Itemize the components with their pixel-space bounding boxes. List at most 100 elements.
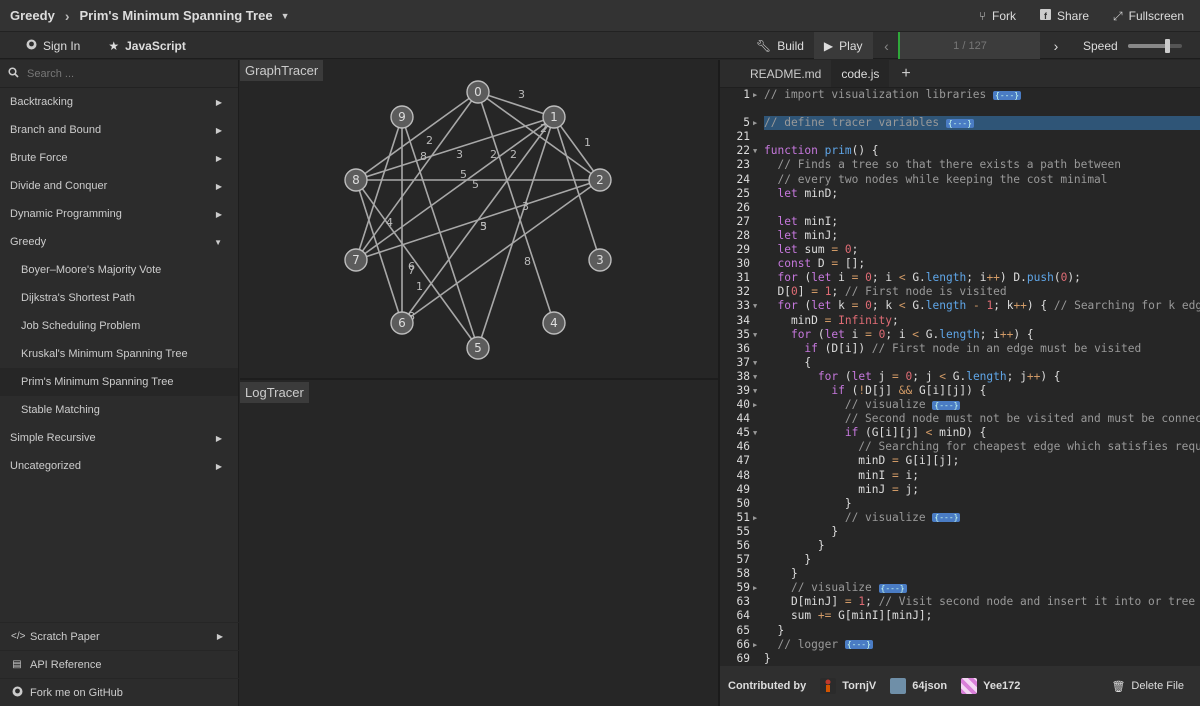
code-line[interactable]: 40 ▶ // visualize {---} [720, 398, 1200, 412]
code-line[interactable]: 27 let minI; [720, 215, 1200, 229]
code-line[interactable]: 59 ▶ // visualize {---} [720, 581, 1200, 595]
sidebar-subitem-dijkstra[interactable]: Dijkstra's Shortest Path [0, 284, 238, 312]
code-line[interactable]: 66 ▶ // logger {---} [720, 638, 1200, 652]
sidebar-item-simple-recursive[interactable]: Simple Recursive ▶ [0, 424, 238, 452]
code-line[interactable]: 36 if (D[i]) // First node in an edge mu… [720, 342, 1200, 356]
code-line[interactable]: 31 for (let i = 0; i < G.length; i++) D.… [720, 271, 1200, 285]
tab-readme[interactable]: README.md [740, 60, 831, 87]
code-line[interactable]: 29 let sum = 0; [720, 243, 1200, 257]
code-line[interactable]: 28 let minJ; [720, 229, 1200, 243]
code-line[interactable]: 46 // Searching for cheapest edge which … [720, 440, 1200, 454]
scratch-paper-link[interactable]: </> Scratch Paper ▶ [0, 622, 239, 650]
code-line[interactable]: 69} [720, 652, 1200, 666]
line-number: 39 [736, 383, 750, 397]
code-line[interactable]: 34 minD = Infinity; [720, 314, 1200, 328]
breadcrumb-root[interactable]: Greedy [10, 8, 55, 23]
code-line[interactable]: 64 sum += G[minI][minJ]; [720, 609, 1200, 623]
github-link[interactable]: Fork me on GitHub [0, 678, 239, 706]
code-line[interactable]: 5 ▶ // define tracer variables {---} [720, 116, 1200, 131]
language-selector[interactable]: ★ JavaScript [108, 39, 185, 53]
sidebar-item-greedy[interactable]: Greedy ▼ [0, 228, 238, 256]
fold-open-icon[interactable]: ▼ [753, 384, 757, 398]
code-line[interactable]: 1 ▶ // import visualization libraries {---… [720, 88, 1200, 102]
sidebar-item-dynamic-programming[interactable]: Dynamic Programming ▶ [0, 200, 238, 228]
contributor-yee172[interactable]: Yee172 [961, 678, 1020, 694]
search-box[interactable]: Search ... [0, 60, 238, 88]
code-line[interactable]: 45 ▼ if (G[i][j] < minD) { [720, 426, 1200, 440]
fold-closed-icon[interactable]: ▶ [753, 398, 757, 412]
code-line[interactable]: 55 } [720, 525, 1200, 539]
code-line[interactable]: 47 minD = G[i][j]; [720, 454, 1200, 468]
fold-closed-icon[interactable]: ▶ [753, 581, 757, 595]
sidebar-item-brute-force[interactable]: Brute Force ▶ [0, 144, 238, 172]
previous-step-button[interactable]: ‹ [873, 32, 901, 59]
sidebar-subitem-boyer-moore[interactable]: Boyer–Moore's Majority Vote [0, 256, 238, 284]
sign-in-button[interactable]: Sign In [26, 39, 80, 53]
next-step-button[interactable]: › [1042, 32, 1070, 59]
contributor-tornjv[interactable]: TornjV [820, 678, 876, 694]
fold-open-icon[interactable]: ▼ [753, 299, 757, 313]
edge-weight-label: 4 [386, 216, 393, 229]
sidebar-subitem-prim[interactable]: Prim's Minimum Spanning Tree [0, 368, 238, 396]
progress-bar[interactable]: 1 / 127 [898, 32, 1040, 59]
code-line[interactable]: 21 [720, 130, 1200, 144]
code-line[interactable]: 56 } [720, 539, 1200, 553]
code-line[interactable]: 51 ▶ // visualize {---} [720, 511, 1200, 525]
code-line[interactable]: 63 D[minJ] = 1; // Visit second node and… [720, 595, 1200, 609]
fold-closed-icon[interactable]: ▶ [753, 638, 757, 652]
sidebar-item-divide-and-conquer[interactable]: Divide and Conquer ▶ [0, 172, 238, 200]
code-line[interactable]: 58 } [720, 567, 1200, 581]
fold-closed-icon[interactable]: ▶ [753, 116, 757, 130]
fold-closed-icon[interactable]: ▶ [753, 511, 757, 525]
fold-open-icon[interactable]: ▼ [753, 426, 757, 440]
code-line[interactable]: 44 // Second node must not be visited an… [720, 412, 1200, 426]
code-line[interactable]: 23 // Finds a tree so that there exists … [720, 158, 1200, 172]
share-button[interactable]: f Share [1040, 9, 1089, 23]
code-line[interactable]: 48 minI = i; [720, 469, 1200, 483]
api-reference-link[interactable]: ▤ API Reference [0, 650, 239, 678]
speed-slider-handle[interactable] [1164, 38, 1170, 53]
add-file-button[interactable]: + [889, 60, 922, 87]
code-line[interactable]: 65 } [720, 624, 1200, 638]
search-input[interactable]: Search ... [27, 68, 74, 80]
code-line[interactable]: 49 minJ = j; [720, 483, 1200, 497]
sidebar-item-backtracking[interactable]: Backtracking ▶ [0, 88, 238, 116]
sidebar-item-branch-and-bound[interactable]: Branch and Bound ▶ [0, 116, 238, 144]
fold-open-icon[interactable]: ▼ [753, 370, 757, 384]
fullscreen-button[interactable]: ⤢ Fullscreen [1113, 9, 1184, 24]
code-line[interactable]: 22 ▼ function prim() { [720, 144, 1200, 158]
sidebar-subitem-kruskal[interactable]: Kruskal's Minimum Spanning Tree [0, 340, 238, 368]
code-line[interactable]: 37 ▼ { [720, 356, 1200, 370]
build-button[interactable]: 🔧︎ Build [746, 32, 814, 59]
fold-open-icon[interactable]: ▼ [753, 328, 757, 342]
code-line[interactable]: 32 D[0] = 1; // First node is visited [720, 285, 1200, 299]
code-line[interactable]: 24 // every two nodes while keeping the … [720, 173, 1200, 187]
code-line[interactable]: 25 let minD; [720, 187, 1200, 201]
fork-button[interactable]: ⑂ Fork [979, 9, 1016, 23]
speed-slider[interactable] [1127, 38, 1182, 53]
code-line[interactable]: 30 const D = []; [720, 257, 1200, 271]
code-text: // define tracer variables {---} [764, 116, 1200, 131]
code-line[interactable] [720, 102, 1200, 116]
tab-code-js[interactable]: code.js [831, 60, 890, 87]
code-editor[interactable]: 1 ▶// import visualization libraries {---… [720, 88, 1200, 666]
fold-closed-icon[interactable]: ▶ [753, 88, 757, 102]
sidebar-subitem-stable-matching[interactable]: Stable Matching [0, 396, 238, 424]
contributor-64json[interactable]: 64json [890, 678, 947, 694]
sidebar-item-uncategorized[interactable]: Uncategorized ▶ [0, 452, 238, 480]
delete-file-button[interactable]: 🗑︎ Delete File [1111, 680, 1184, 693]
code-line[interactable]: 50 } [720, 497, 1200, 511]
code-line[interactable]: 33 ▼ for (let k = 0; k < G.length - 1; k+… [720, 299, 1200, 313]
code-line[interactable]: 57 } [720, 553, 1200, 567]
line-number: 28 [736, 228, 750, 242]
play-button[interactable]: ▶ Play [813, 32, 873, 59]
code-line[interactable]: 38 ▼ for (let j = 0; j < G.length; j++) { [720, 370, 1200, 384]
fold-open-icon[interactable]: ▼ [753, 144, 757, 158]
breadcrumb-current[interactable]: Prim's Minimum Spanning Tree [79, 8, 272, 23]
fold-open-icon[interactable]: ▼ [753, 356, 757, 370]
sidebar-subitem-job-scheduling[interactable]: Job Scheduling Problem [0, 312, 238, 340]
code-line[interactable]: 26 [720, 201, 1200, 215]
caret-down-icon[interactable]: ▼ [281, 11, 290, 21]
code-line[interactable]: 39 ▼ if (!D[j] && G[i][j]) { [720, 384, 1200, 398]
code-line[interactable]: 35 ▼ for (let i = 0; i < G.length; i++) { [720, 328, 1200, 342]
